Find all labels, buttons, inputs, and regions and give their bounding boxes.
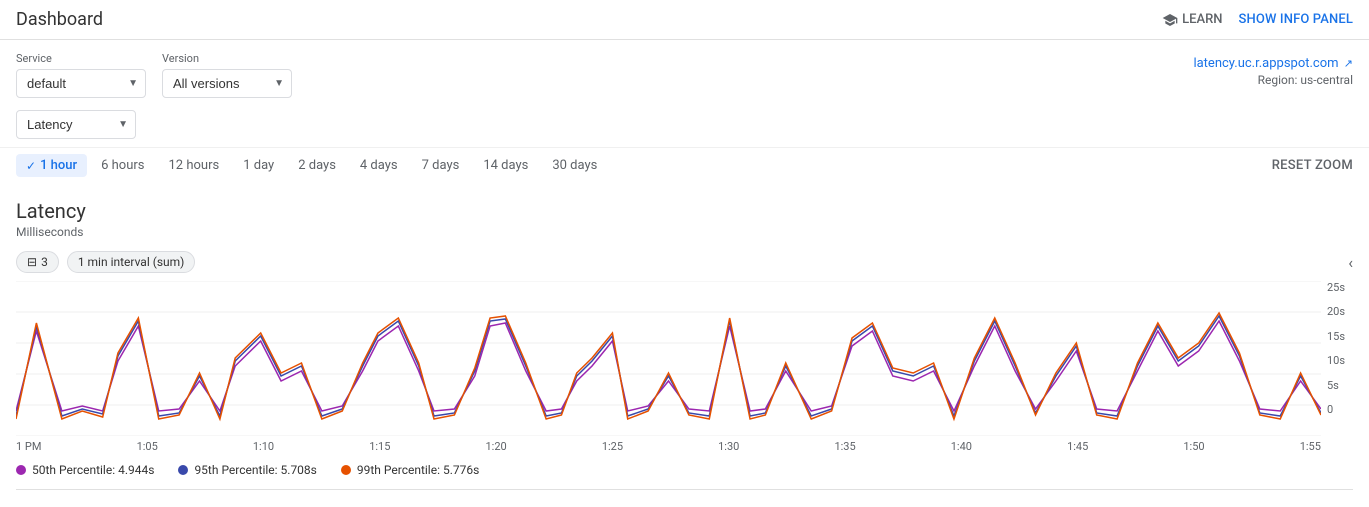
chart-legend: 50th Percentile: 4.944s 95th Percentile:… — [16, 453, 1353, 481]
y-label-15: 15s — [1327, 330, 1353, 343]
interval-badge[interactable]: 1 min interval (sum) — [67, 251, 196, 273]
show-info-panel-button[interactable]: SHOW INFO PANEL — [1239, 12, 1353, 27]
service-select-wrapper: default worker api ▼ — [16, 69, 146, 98]
time-options: ✓ 1 hour 6 hours 12 hours 1 day 2 days 4… — [16, 154, 607, 177]
region-text: Region: us-central — [1193, 73, 1353, 87]
version-select-wrapper: All versions v1 v2 ▼ — [162, 69, 292, 98]
controls-bar: Service default worker api ▼ Version All… — [0, 40, 1369, 106]
learn-button[interactable]: LEARN — [1162, 12, 1222, 28]
time-option-30days[interactable]: 30 days — [542, 154, 607, 177]
legend-item-95th: 95th Percentile: 5.708s — [178, 463, 316, 477]
external-link[interactable]: latency.uc.r.appspot.com ↗ — [1193, 56, 1353, 71]
controls-left: Service default worker api ▼ Version All… — [16, 52, 292, 98]
chart-toolbar-left: ⊟ 3 1 min interval (sum) — [16, 251, 195, 273]
reset-zoom-button[interactable]: RESET ZOOM — [1272, 158, 1353, 173]
check-icon: ✓ — [26, 159, 36, 173]
version-field-group: Version All versions v1 v2 ▼ — [162, 52, 292, 98]
time-option-1day[interactable]: 1 day — [233, 154, 284, 177]
legend-label-50th: 50th Percentile: 4.944s — [32, 463, 154, 477]
header-actions: LEARN SHOW INFO PANEL — [1162, 12, 1353, 28]
y-label-20: 20s — [1327, 305, 1353, 318]
y-label-0: 0 — [1327, 403, 1353, 416]
legend-item-50th: 50th Percentile: 4.944s — [16, 463, 154, 477]
chart-bottom-border — [16, 489, 1353, 490]
filter-badge[interactable]: ⊟ 3 — [16, 251, 59, 273]
time-option-1hour[interactable]: ✓ 1 hour — [16, 154, 87, 177]
service-label: Service — [16, 52, 146, 65]
filter-icon: ⊟ — [27, 255, 37, 269]
version-select[interactable]: All versions v1 v2 — [162, 69, 292, 98]
time-option-14days[interactable]: 14 days — [473, 154, 538, 177]
legend-item-99th: 99th Percentile: 5.776s — [341, 463, 479, 477]
chart-x-labels: 1 PM 1:05 1:10 1:15 1:20 1:25 1:30 1:35 … — [16, 436, 1321, 453]
chart-with-yaxis: 1 PM 1:05 1:10 1:15 1:20 1:25 1:30 1:35 … — [16, 281, 1353, 453]
app-header: Dashboard LEARN SHOW INFO PANEL — [0, 0, 1369, 40]
chart-svg-area: 1 PM 1:05 1:10 1:15 1:20 1:25 1:30 1:35 … — [16, 281, 1321, 453]
metric-select[interactable]: Latency Traffic Errors — [16, 110, 136, 139]
filter-count: 3 — [41, 255, 48, 269]
chart-toolbar: ⊟ 3 1 min interval (sum) ‹ — [16, 251, 1353, 273]
service-field-group: Service default worker api ▼ — [16, 52, 146, 98]
graduation-icon — [1162, 12, 1178, 28]
time-range-bar: ✓ 1 hour 6 hours 12 hours 1 day 2 days 4… — [0, 147, 1369, 183]
metric-select-bar: Latency Traffic Errors ▼ — [0, 106, 1369, 147]
line-99th — [16, 313, 1321, 419]
time-option-7days[interactable]: 7 days — [412, 154, 470, 177]
chart-container: Latency Milliseconds ⊟ 3 1 min interval … — [0, 183, 1369, 490]
legend-dot-99th — [341, 465, 351, 475]
y-label-25: 25s — [1327, 281, 1353, 294]
time-option-12hours[interactable]: 12 hours — [159, 154, 230, 177]
version-label: Version — [162, 52, 292, 65]
chart-title: Latency — [16, 199, 1353, 223]
external-link-group: latency.uc.r.appspot.com ↗ Region: us-ce… — [1193, 52, 1353, 87]
legend-label-95th: 95th Percentile: 5.708s — [194, 463, 316, 477]
legend-label-99th: 99th Percentile: 5.776s — [357, 463, 479, 477]
time-option-2days[interactable]: 2 days — [288, 154, 346, 177]
chart-y-labels: 25s 20s 15s 10s 5s 0 — [1321, 281, 1353, 436]
latency-chart — [16, 281, 1321, 436]
legend-dot-50th — [16, 465, 26, 475]
y-label-5: 5s — [1327, 379, 1353, 392]
service-select[interactable]: default worker api — [16, 69, 146, 98]
chart-subtitle: Milliseconds — [16, 225, 1353, 239]
metric-select-wrapper: Latency Traffic Errors ▼ — [16, 110, 136, 139]
time-option-4days[interactable]: 4 days — [350, 154, 408, 177]
time-option-6hours[interactable]: 6 hours — [91, 154, 154, 177]
chart-collapse-button[interactable]: ‹ — [1348, 253, 1353, 272]
page-title: Dashboard — [16, 9, 103, 30]
y-label-10: 10s — [1327, 354, 1353, 367]
external-link-icon: ↗ — [1344, 57, 1353, 70]
legend-dot-95th — [178, 465, 188, 475]
